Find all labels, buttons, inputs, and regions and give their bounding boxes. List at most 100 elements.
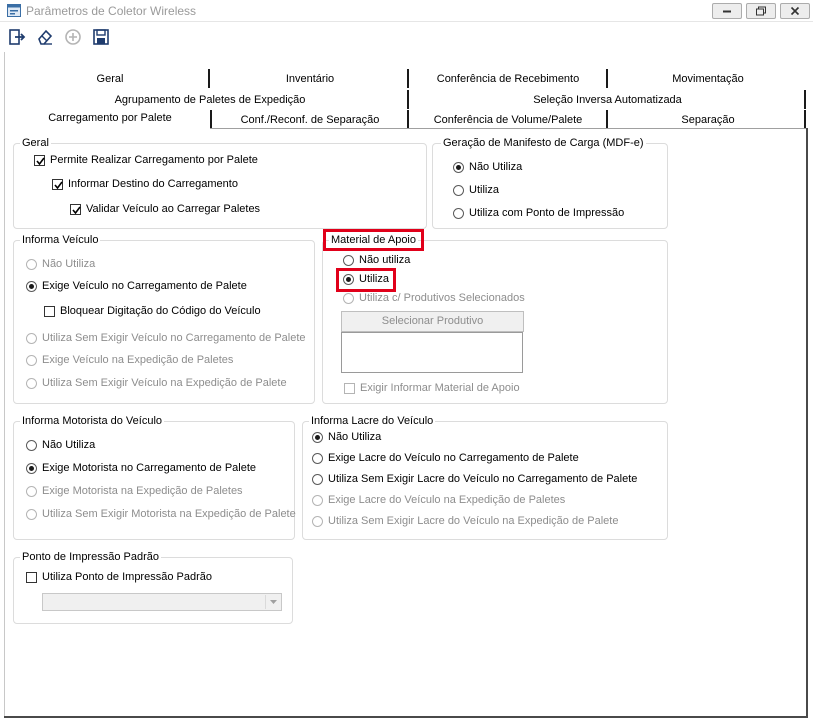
tab-separator xyxy=(407,110,409,129)
tab-separator xyxy=(208,69,210,88)
tab-baseline xyxy=(210,128,806,129)
radio-label: Utiliza Sem Exigir Motorista na Expediçã… xyxy=(42,508,296,520)
radio-dot xyxy=(453,185,464,196)
tab-conf-reconf-separacao[interactable]: Conf./Reconf. de Separação xyxy=(220,114,400,126)
eraser-icon xyxy=(38,29,53,45)
radio-label: Não Utiliza xyxy=(42,258,96,270)
tab-separator xyxy=(407,69,409,88)
radio-dot xyxy=(312,474,323,485)
close-icon xyxy=(790,6,800,16)
tab-separator xyxy=(210,110,212,129)
radio-label: Utiliza com Ponto de Impressão xyxy=(469,207,625,219)
minimize-icon xyxy=(723,10,731,13)
radio-dot xyxy=(26,378,37,389)
restore-button[interactable] xyxy=(746,3,776,19)
tab-agrupamento-paletes[interactable]: Agrupamento de Paletes de Expedição xyxy=(60,94,360,106)
tab-separator xyxy=(804,110,806,129)
radio-dot xyxy=(453,208,464,219)
radio-dot xyxy=(26,281,37,292)
checkbox-box xyxy=(44,306,55,317)
tab-carregamento-por-palete[interactable]: Carregamento por Palete xyxy=(30,112,190,124)
radio-label: Exige Veículo na Expedição de Paletes xyxy=(42,354,234,366)
exit-button[interactable] xyxy=(6,26,28,48)
chevron-down-icon xyxy=(265,595,280,609)
tab-inventario[interactable]: Inventário xyxy=(220,73,400,85)
tab-movimentacao[interactable]: Movimentação xyxy=(618,73,798,85)
radio-label: Não Utiliza xyxy=(469,161,523,173)
tab-separator xyxy=(606,110,608,129)
group-title-lacre: Informa Lacre do Veículo xyxy=(309,415,436,427)
checkbox-label: Exigir Informar Material de Apoio xyxy=(360,382,520,394)
add-button[interactable] xyxy=(62,26,84,48)
checkbox-box xyxy=(52,179,63,190)
radio-label: Não utiliza xyxy=(359,254,411,266)
window-title: Parâmetros de Coletor Wireless xyxy=(26,4,197,18)
tab-conferencia-volume[interactable]: Conferência de Volume/Palete xyxy=(418,114,598,126)
group-title-motorista: Informa Motorista do Veículo xyxy=(20,415,165,427)
tab-selecao-inversa[interactable]: Seleção Inversa Automatizada xyxy=(480,94,735,106)
radio-label: Utiliza c/ Produtivos Selecionados xyxy=(359,292,525,304)
clear-button[interactable] xyxy=(34,26,56,48)
save-icon xyxy=(93,29,109,45)
radio-label: Exige Veículo no Carregamento de Palete xyxy=(42,280,247,292)
restore-icon xyxy=(756,6,766,16)
toolbar xyxy=(0,22,813,52)
radio-dot xyxy=(26,463,37,474)
window-frame-right xyxy=(806,128,808,718)
radio-dot xyxy=(26,333,37,344)
radio-label: Utiliza Sem Exigir Lacre do Veículo no C… xyxy=(328,473,638,485)
checkbox-label: Bloquear Digitação do Código do Veículo xyxy=(60,305,261,317)
checkbox-label: Utiliza Ponto de Impressão Padrão xyxy=(42,571,212,583)
radio-dot xyxy=(343,255,354,266)
minimize-button[interactable] xyxy=(712,3,742,19)
ponto-impressao-select[interactable] xyxy=(42,593,282,611)
radio-label: Utiliza Sem Exigir Veículo no Carregamen… xyxy=(42,332,306,344)
checkbox-box xyxy=(26,572,37,583)
radio-dot xyxy=(26,486,37,497)
checkbox-label: Permite Realizar Carregamento por Palete xyxy=(50,154,258,166)
produtivos-listbox[interactable] xyxy=(341,332,523,373)
group-title-geral: Geral xyxy=(20,137,51,149)
group-title-informa-veiculo: Informa Veículo xyxy=(20,234,101,246)
radio-dot xyxy=(453,162,464,173)
radio-dot xyxy=(26,509,37,520)
checkbox-box xyxy=(34,155,45,166)
selecionar-produtivo-button[interactable]: Selecionar Produtivo xyxy=(341,311,524,332)
tab-separator xyxy=(606,69,608,88)
radio-label: Exige Lacre do Veículo na Expedição de P… xyxy=(328,494,566,506)
radio-label: Não Utiliza xyxy=(328,431,382,443)
radio-label: Utiliza Sem Exigir Veículo na Expedição … xyxy=(42,377,287,389)
tab-separator xyxy=(407,90,409,109)
highlight-box-material-apoio xyxy=(323,229,424,251)
close-button[interactable] xyxy=(780,3,810,19)
checkbox-box xyxy=(344,383,355,394)
app-window-icon xyxy=(7,4,21,17)
tab-separacao[interactable]: Separação xyxy=(618,114,798,126)
window-frame-left xyxy=(4,52,5,718)
radio-dot xyxy=(312,516,323,527)
tab-geral[interactable]: Geral xyxy=(60,73,160,85)
tab-separator xyxy=(804,90,806,109)
radio-label: Exige Motorista na Expedição de Paletes xyxy=(42,485,243,497)
group-ponto-impressao xyxy=(13,557,293,624)
checkbox-box xyxy=(70,204,81,215)
highlight-box-utiliza xyxy=(336,268,396,292)
group-title-mdfe: Geração de Manifesto de Carga (MDF-e) xyxy=(441,137,646,149)
exit-icon xyxy=(9,29,26,45)
radio-dot xyxy=(312,432,323,443)
radio-label: Utiliza xyxy=(469,184,499,196)
checkbox-label: Validar Veículo ao Carregar Paletes xyxy=(86,203,261,215)
radio-label: Não Utiliza xyxy=(42,439,96,451)
radio-dot xyxy=(312,453,323,464)
window-frame-bottom xyxy=(4,716,808,718)
radio-label: Utiliza Sem Exigir Lacre do Veículo na E… xyxy=(328,515,619,527)
group-title-ponto-impressao: Ponto de Impressão Padrão xyxy=(20,551,161,563)
radio-dot xyxy=(343,293,354,304)
radio-label: Exige Lacre do Veículo no Carregamento d… xyxy=(328,452,579,464)
radio-dot xyxy=(26,355,37,366)
tab-conferencia-recebimento[interactable]: Conferência de Recebimento xyxy=(418,73,598,85)
title-bar: Parâmetros de Coletor Wireless xyxy=(0,0,813,22)
checkbox-label: Informar Destino do Carregamento xyxy=(68,178,238,190)
save-button[interactable] xyxy=(90,26,112,48)
add-circle-icon xyxy=(65,29,81,45)
